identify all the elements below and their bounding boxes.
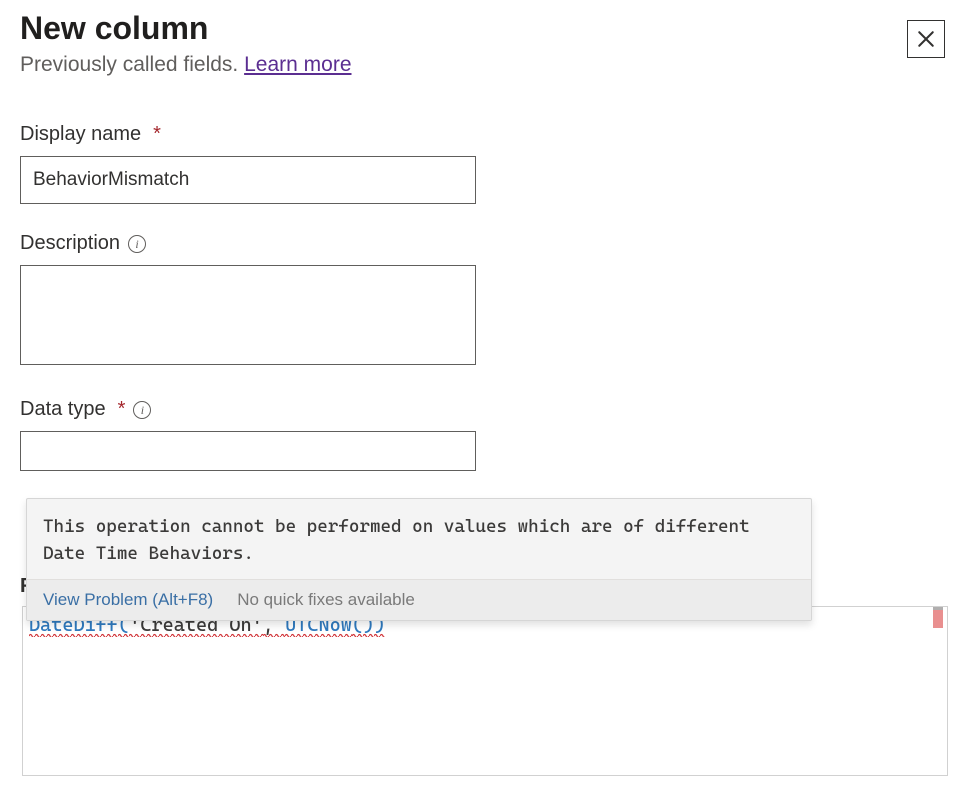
problem-message: This operation cannot be performed on va… [27, 499, 811, 579]
display-name-input[interactable] [20, 156, 476, 204]
page-subtitle: Previously called fields. Learn more [20, 53, 955, 77]
minimap-error-marker [933, 610, 943, 628]
close-icon [917, 30, 935, 48]
description-label-text: Description [20, 232, 120, 255]
field-description: Description i [20, 232, 955, 370]
view-problem-link[interactable]: View Problem (Alt+F8) [43, 590, 213, 610]
data-type-select[interactable] [20, 431, 476, 471]
problem-tooltip: This operation cannot be performed on va… [26, 498, 812, 621]
data-type-label: Data type * i [20, 398, 955, 421]
info-icon[interactable]: i [133, 401, 151, 419]
subtitle-text: Previously called fields. [20, 53, 244, 76]
formula-editor[interactable]: DateDiff('Created On', UTCNow()) [22, 606, 948, 776]
no-quick-fixes-text: No quick fixes available [237, 590, 415, 610]
data-type-label-text: Data type [20, 398, 106, 421]
description-input[interactable] [20, 265, 476, 365]
description-label: Description i [20, 232, 955, 255]
close-button[interactable] [907, 20, 945, 58]
field-display-name: Display name * [20, 123, 955, 204]
learn-more-link[interactable]: Learn more [244, 53, 351, 76]
info-icon[interactable]: i [128, 235, 146, 253]
required-mark: * [118, 398, 126, 421]
page-title: New column [20, 10, 955, 47]
display-name-label: Display name * [20, 123, 955, 146]
field-data-type: Data type * i [20, 398, 955, 471]
display-name-label-text: Display name [20, 123, 141, 146]
required-mark: * [153, 123, 161, 146]
